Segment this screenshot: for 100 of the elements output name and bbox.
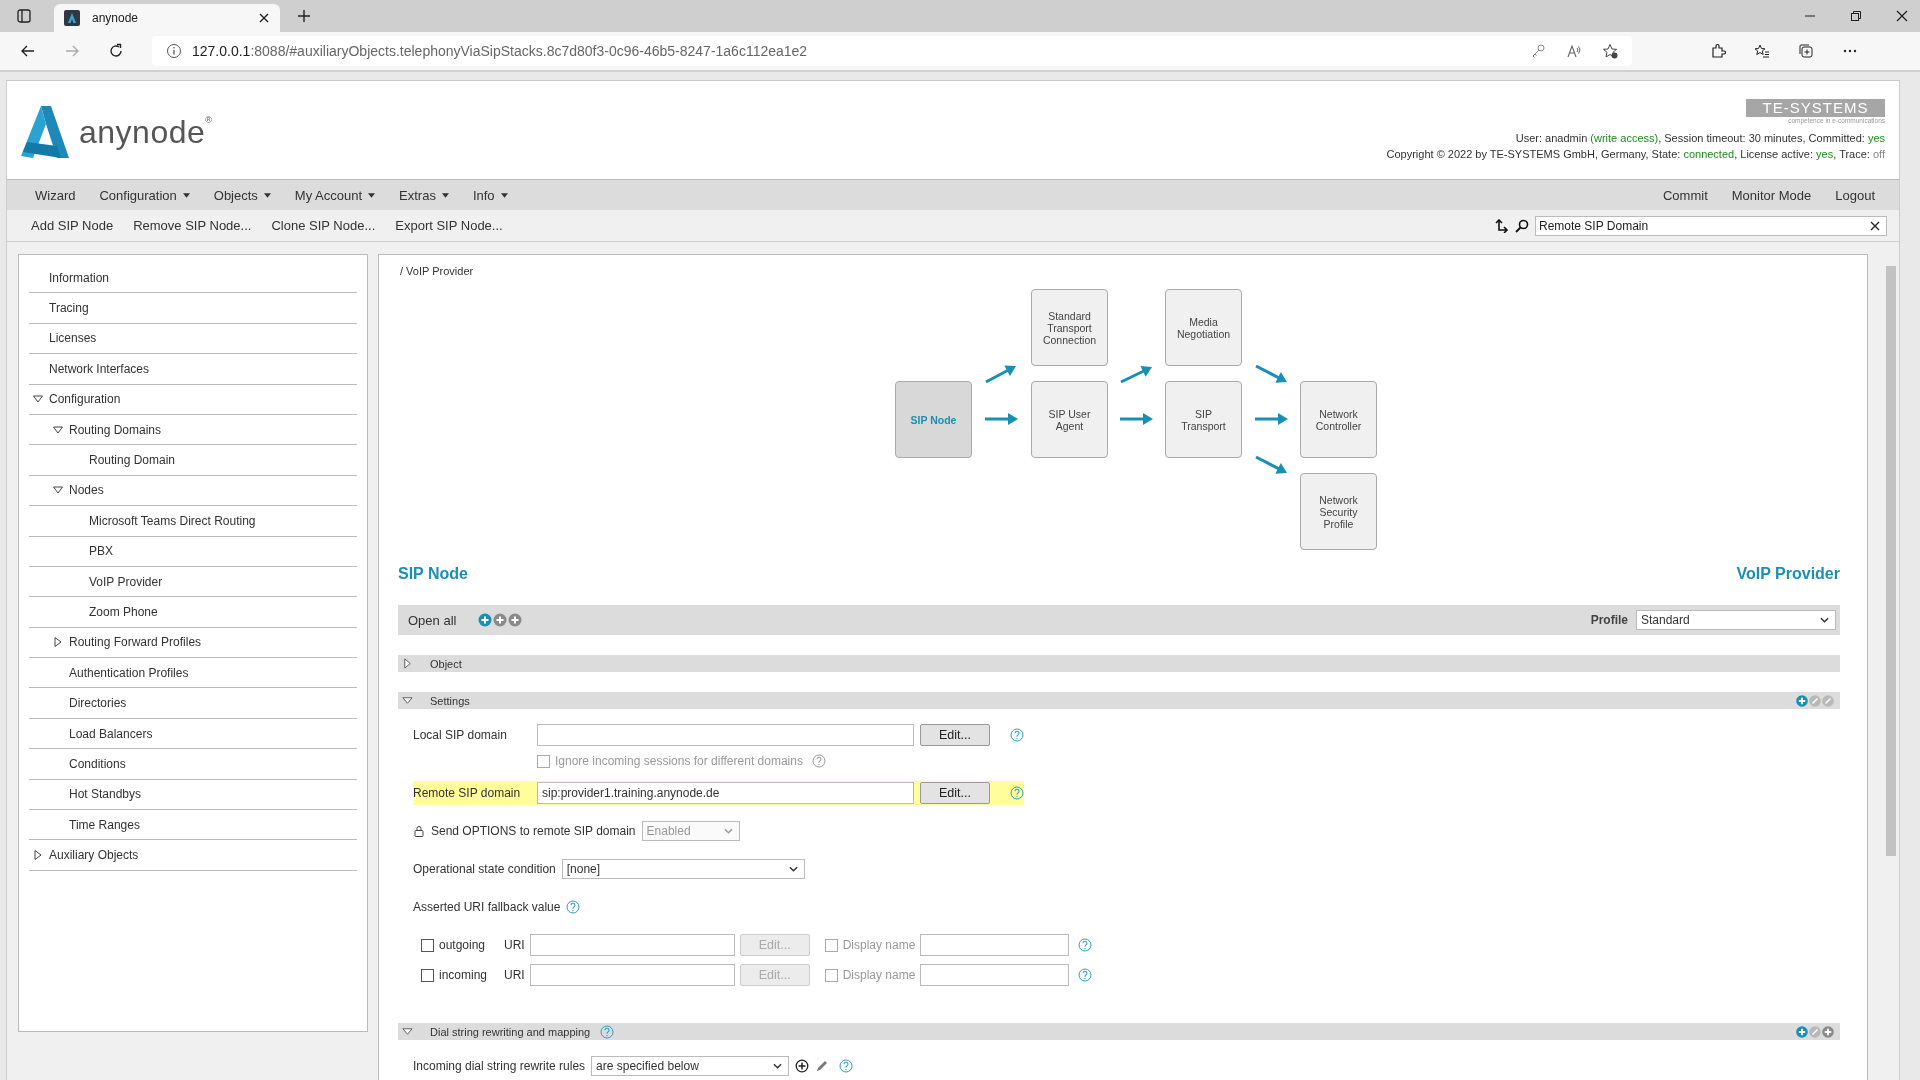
- sidebar-item[interactable]: Time Ranges: [29, 810, 357, 841]
- extensions-icon[interactable]: [1710, 43, 1726, 59]
- sidebar-item[interactable]: Routing Domain: [29, 445, 357, 476]
- return-arrow-icon[interactable]: [1495, 218, 1509, 233]
- diagram-node[interactable]: SIP User Agent: [1031, 381, 1108, 458]
- help-icon[interactable]: [1078, 938, 1093, 952]
- expand-toggle-icon[interactable]: [402, 658, 413, 669]
- pencil-icon[interactable]: [1809, 694, 1821, 707]
- menu-item[interactable]: Info: [460, 183, 520, 207]
- diagram-node[interactable]: SIP Transport: [1165, 381, 1242, 458]
- help-icon[interactable]: [600, 1024, 615, 1039]
- sidebar-item[interactable]: Nodes: [29, 475, 357, 507]
- new-tab-icon[interactable]: [296, 8, 312, 24]
- input-field[interactable]: [920, 964, 1070, 986]
- sidebar-item[interactable]: Load Balancers: [29, 718, 357, 750]
- sidebar-item[interactable]: Information: [29, 263, 357, 294]
- diagram-node[interactable]: Media Negotiation: [1165, 289, 1242, 366]
- open-all-label[interactable]: Open all: [408, 612, 457, 628]
- section-header[interactable]: Dial string rewriting and mapping: [398, 1023, 1840, 1040]
- forward-arrow-icon[interactable]: [64, 43, 80, 59]
- pencil-icon[interactable]: [815, 1059, 830, 1073]
- expand-toggle-icon[interactable]: [402, 1026, 413, 1037]
- sidebar-item[interactable]: Auxiliary Objects: [29, 840, 357, 871]
- sidebar-item[interactable]: VoIP Provider: [29, 566, 357, 598]
- tab-actions-icon[interactable]: [16, 8, 32, 24]
- checkbox[interactable]: [421, 968, 434, 982]
- menu-item[interactable]: Objects: [201, 183, 283, 207]
- help-icon[interactable]: [839, 1059, 854, 1073]
- sidebar-item[interactable]: Licenses: [29, 323, 357, 355]
- search-icon[interactable]: [1515, 218, 1529, 233]
- checkbox[interactable]: [824, 938, 838, 952]
- profile-select[interactable]: Standard: [1636, 610, 1836, 630]
- sidebar-item[interactable]: Microsoft Teams Direct Routing: [29, 506, 357, 537]
- toolbar-button[interactable]: Add SIP Node: [21, 214, 124, 237]
- input-field[interactable]: [537, 724, 914, 746]
- expand-toggle-icon[interactable]: [33, 850, 43, 861]
- favorite-star-icon[interactable]: [1602, 43, 1618, 59]
- circle-plus-icon[interactable]: [795, 1059, 810, 1073]
- address-field[interactable]: 127.0.0.1:8088/#auxiliaryObjects.telephonyViaSipStacks.8c7d80f3-0c96-46b5-8247-1a6c112ea1e2: [152, 36, 1632, 66]
- section-header[interactable]: Object: [398, 655, 1840, 672]
- input-field[interactable]: [920, 934, 1070, 956]
- expand-toggle-icon[interactable]: [53, 637, 63, 648]
- help-icon[interactable]: [1078, 968, 1093, 982]
- checkbox[interactable]: [421, 938, 434, 952]
- diagram-node[interactable]: Standard Transport Connection: [1031, 289, 1108, 366]
- expand-toggle-icon[interactable]: [53, 424, 63, 435]
- checkbox[interactable]: [824, 968, 838, 982]
- diagram-node[interactable]: Network Controller: [1300, 381, 1377, 458]
- sidebar-item[interactable]: Directories: [29, 688, 357, 719]
- toolbar-button[interactable]: Remove SIP Node...: [123, 214, 262, 237]
- help-icon[interactable]: [1010, 728, 1024, 742]
- close-icon[interactable]: [258, 12, 270, 24]
- sidebar-item[interactable]: Configuration: [29, 384, 357, 415]
- sidebar-item[interactable]: Routing Forward Profiles: [29, 627, 357, 659]
- menu-item[interactable]: Logout: [1823, 183, 1887, 207]
- input-field[interactable]: sip:provider1.training.anynode.de: [537, 782, 914, 804]
- expand-toggle-icon[interactable]: [33, 394, 43, 405]
- toolbar-button[interactable]: Clone SIP Node...: [261, 214, 386, 237]
- restore-icon[interactable]: [1850, 10, 1862, 22]
- sidebar-item[interactable]: Authentication Profiles: [29, 658, 357, 689]
- sidebar-item[interactable]: PBX: [29, 536, 357, 567]
- menu-item[interactable]: Commit: [1650, 183, 1720, 207]
- object-type-title: VoIP Provider: [1736, 565, 1840, 583]
- pencil-icon[interactable]: [1822, 694, 1834, 707]
- sidebar-item[interactable]: Tracing: [29, 293, 357, 324]
- close-icon[interactable]: [1896, 10, 1908, 22]
- key-icon[interactable]: [1530, 43, 1546, 59]
- menu-item[interactable]: Wizard: [23, 183, 88, 207]
- sidebar-item[interactable]: Routing Domains: [29, 414, 357, 446]
- sidebar-item[interactable]: Zoom Phone: [29, 597, 357, 628]
- menu-item[interactable]: My Account: [282, 183, 388, 207]
- back-arrow-icon[interactable]: [20, 43, 36, 59]
- diagram-node[interactable]: Network Security Profile: [1300, 473, 1377, 550]
- collections-icon[interactable]: [1798, 43, 1814, 59]
- dropdown[interactable]: [none]: [561, 859, 805, 879]
- expand-toggle-icon[interactable]: [53, 485, 63, 496]
- help-icon[interactable]: [1010, 786, 1024, 800]
- menu-item[interactable]: Configuration: [87, 183, 202, 207]
- reload-icon[interactable]: [108, 43, 124, 59]
- menu-item[interactable]: Extras: [387, 183, 461, 207]
- pencil-icon[interactable]: [1809, 1025, 1821, 1038]
- search-field[interactable]: Remote SIP Domain: [1535, 215, 1887, 236]
- help-icon[interactable]: [811, 754, 826, 768]
- sidebar-item[interactable]: Hot Standbys: [29, 779, 357, 811]
- dropdown[interactable]: are specified below: [591, 1056, 790, 1076]
- sidebar-item[interactable]: Conditions: [29, 749, 357, 780]
- menu-item[interactable]: Monitor Mode: [1719, 183, 1824, 207]
- toolbar-button[interactable]: Export SIP Node...: [385, 214, 513, 237]
- help-icon[interactable]: [566, 900, 581, 914]
- read-aloud-icon[interactable]: [1566, 43, 1582, 59]
- section-header[interactable]: Settings: [398, 692, 1840, 709]
- favorites-icon[interactable]: [1754, 43, 1770, 59]
- clear-icon[interactable]: [1870, 220, 1880, 231]
- input-field[interactable]: [529, 934, 735, 956]
- edit-button[interactable]: Edit...: [920, 782, 990, 804]
- sidebar-item[interactable]: Network Interfaces: [29, 354, 357, 385]
- browser-tab[interactable]: anynode: [54, 4, 280, 32]
- expand-toggle-icon[interactable]: [402, 695, 413, 706]
- edit-button[interactable]: Edit...: [920, 724, 990, 746]
- input-field[interactable]: [529, 964, 735, 986]
